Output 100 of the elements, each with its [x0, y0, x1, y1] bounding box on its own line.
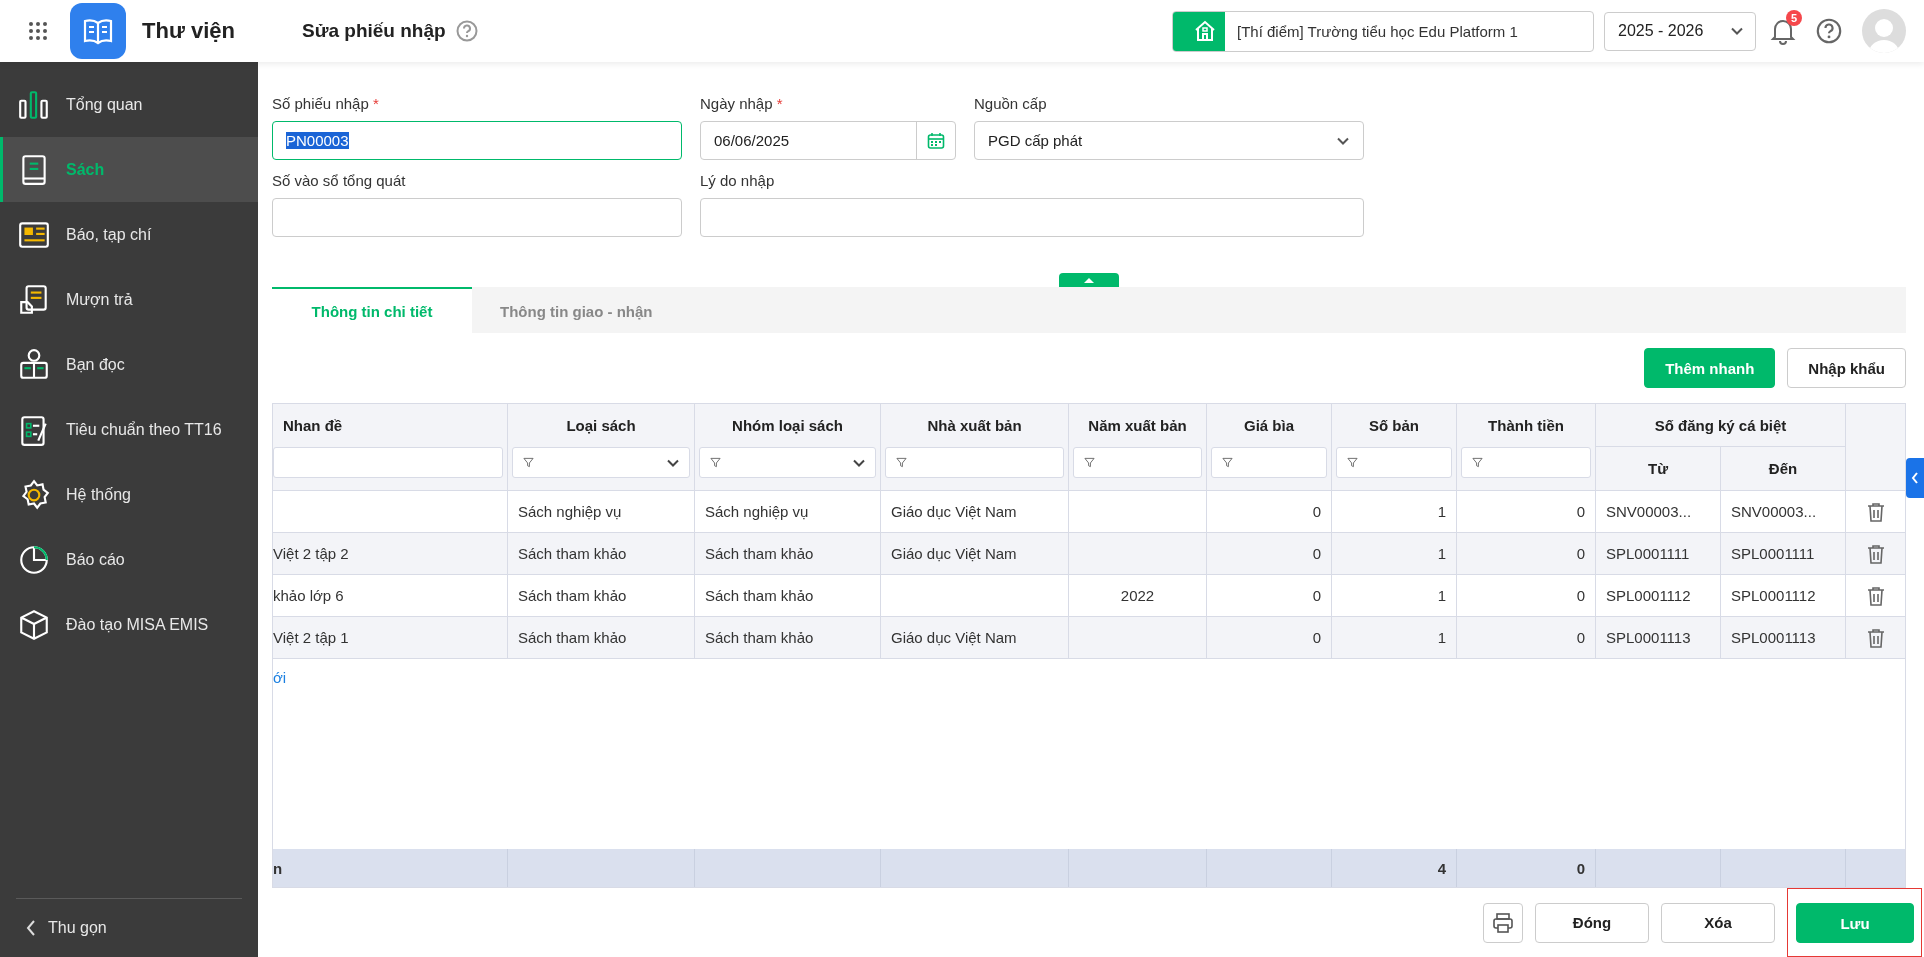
reader-icon — [17, 347, 51, 382]
table-cell: Sách nghiệp vụ — [518, 503, 622, 520]
table-cell: 0 — [1312, 629, 1321, 646]
filter-icon — [523, 457, 534, 468]
trash-icon[interactable] — [1866, 501, 1885, 522]
table-cell: Việt 2 tập 2 — [273, 545, 349, 562]
chevron-down-icon — [1337, 136, 1349, 145]
filter-field[interactable] — [273, 447, 503, 478]
filter-dropdown[interactable] — [512, 447, 690, 478]
sidebar-item[interactable]: Bạn đọc — [0, 332, 258, 397]
sidebar-item[interactable]: Hệ thống — [0, 462, 258, 527]
filter-icon — [896, 457, 907, 468]
date-field[interactable]: 06/06/2025 — [700, 121, 956, 160]
action-button[interactable]: Đóng — [1535, 902, 1649, 943]
table-cell: Sách tham khảo — [518, 587, 627, 604]
sidebar-item[interactable]: Báo cáo — [0, 527, 258, 592]
table-cell: Sách tham khảo — [705, 587, 814, 604]
filter-field[interactable] — [1336, 447, 1452, 478]
table-cell: 0 — [1312, 587, 1321, 604]
select-field[interactable]: PGD cấp phát — [974, 121, 1364, 160]
filter-icon — [1222, 457, 1233, 468]
table-cell: 1 — [1437, 587, 1446, 604]
chevron-down-icon — [1731, 27, 1743, 35]
filter-field[interactable] — [885, 447, 1064, 478]
calendar-icon[interactable] — [927, 131, 945, 150]
table-cell: 0 — [1312, 545, 1321, 562]
table-cell: Sách tham khảo — [705, 545, 814, 562]
printer-icon — [1492, 911, 1514, 934]
filter-field[interactable] — [1461, 447, 1591, 478]
input-field[interactable]: PN00003 — [272, 121, 682, 160]
column-header: Số bản — [1369, 417, 1419, 434]
cube-icon — [17, 607, 51, 642]
filter-icon — [1347, 457, 1358, 468]
column-header: Năm xuất bản — [1088, 417, 1187, 434]
column-header: Thành tiền — [1488, 417, 1564, 434]
collapse-handle[interactable] — [1059, 273, 1119, 287]
table-cell: 1 — [1437, 545, 1446, 562]
trash-icon[interactable] — [1866, 627, 1885, 648]
side-panel-toggle[interactable] — [1906, 458, 1924, 498]
input-field[interactable] — [272, 198, 682, 237]
table-cell: 0 — [1576, 859, 1585, 877]
help-icon[interactable] — [1816, 18, 1842, 44]
action-button[interactable]: Xóa — [1661, 902, 1775, 943]
column-header: Loại sách — [566, 417, 636, 434]
filter-icon — [1084, 457, 1095, 468]
help-icon[interactable] — [455, 20, 478, 42]
table-cell: SNV00003... — [1606, 503, 1692, 520]
field-label: Ngày nhập * — [700, 95, 784, 114]
sidebar-item[interactable]: Báo, tạp chí — [0, 202, 258, 267]
filter-icon — [1472, 457, 1483, 468]
avatar[interactable] — [1862, 9, 1906, 53]
table-cell: 4 — [1437, 859, 1446, 877]
table-cell: SPL0001111 — [1606, 545, 1690, 562]
table-cell: SPL0001111 — [1731, 545, 1815, 562]
table-cell: 1 — [1437, 503, 1446, 520]
column-header: Nhà xuất bản — [927, 417, 1022, 434]
apps-grid-icon[interactable] — [28, 21, 48, 41]
table-cell: 2022 — [1120, 587, 1155, 604]
sidebar-item[interactable]: Mượn trả — [0, 267, 258, 332]
filter-field[interactable] — [1073, 447, 1202, 478]
chevron-down-icon — [853, 458, 865, 467]
sidebar-item[interactable]: Đào tạo MISA EMIS — [0, 592, 258, 657]
table-cell: Sách tham khảo — [518, 545, 627, 562]
column-header: Giá bìa — [1244, 417, 1294, 434]
table-cell: SPL0001113 — [1606, 629, 1691, 646]
table-cell: n — [273, 859, 283, 877]
trash-icon[interactable] — [1866, 543, 1885, 564]
table-cell: SPL0001113 — [1731, 629, 1816, 646]
field-label: Số vào sổ tổng quát — [272, 172, 407, 191]
table-cell: Giáo dục Việt Nam — [891, 545, 1017, 562]
table-cell: 0 — [1576, 629, 1585, 646]
school-selector[interactable]: [Thí điểm] Trường tiểu học Edu Platform 1 — [1172, 10, 1594, 52]
filter-field[interactable] — [1211, 447, 1327, 478]
add-row-link[interactable]: ới — [273, 669, 287, 686]
table-cell: SPL0001112 — [1606, 587, 1691, 604]
sidebar-item[interactable]: Tổng quan — [0, 72, 258, 137]
column-header: Đến — [1768, 460, 1798, 477]
table-cell: 0 — [1312, 503, 1321, 520]
input-field[interactable] — [700, 198, 1364, 237]
column-header: Từ — [1648, 460, 1668, 477]
table-cell: khảo lớp 6 — [273, 587, 344, 604]
filter-dropdown[interactable] — [699, 447, 876, 478]
filter-icon — [710, 457, 721, 468]
page-title: Sửa phiếu nhập — [302, 20, 446, 42]
house-icon — [1193, 19, 1217, 43]
sidebar-item[interactable]: Tiêu chuẩn theo TT16 — [0, 397, 258, 462]
column-group-header: Số đăng ký cá biệt — [1654, 416, 1787, 434]
table-cell: SPL0001112 — [1731, 587, 1816, 604]
print-button[interactable] — [1483, 902, 1523, 943]
school-year-dropdown[interactable]: 2025 - 2026 — [1604, 11, 1756, 51]
chevron-down-icon — [667, 458, 679, 467]
table-cell: Sách nghiệp vụ — [705, 503, 809, 520]
field-label: Số phiếu nhập * — [272, 95, 380, 114]
toolbar-button[interactable]: Nhập khẩu — [1787, 348, 1906, 388]
table-cell: Giáo dục Việt Nam — [891, 629, 1017, 646]
collapse-button[interactable]: Thu gọn — [16, 898, 242, 937]
trash-icon[interactable] — [1866, 585, 1885, 606]
field-label: Lý do nhập — [700, 172, 776, 191]
field-label: Nguồn cấp — [974, 95, 1048, 114]
table-cell: Việt 2 tập 1 — [273, 629, 349, 646]
